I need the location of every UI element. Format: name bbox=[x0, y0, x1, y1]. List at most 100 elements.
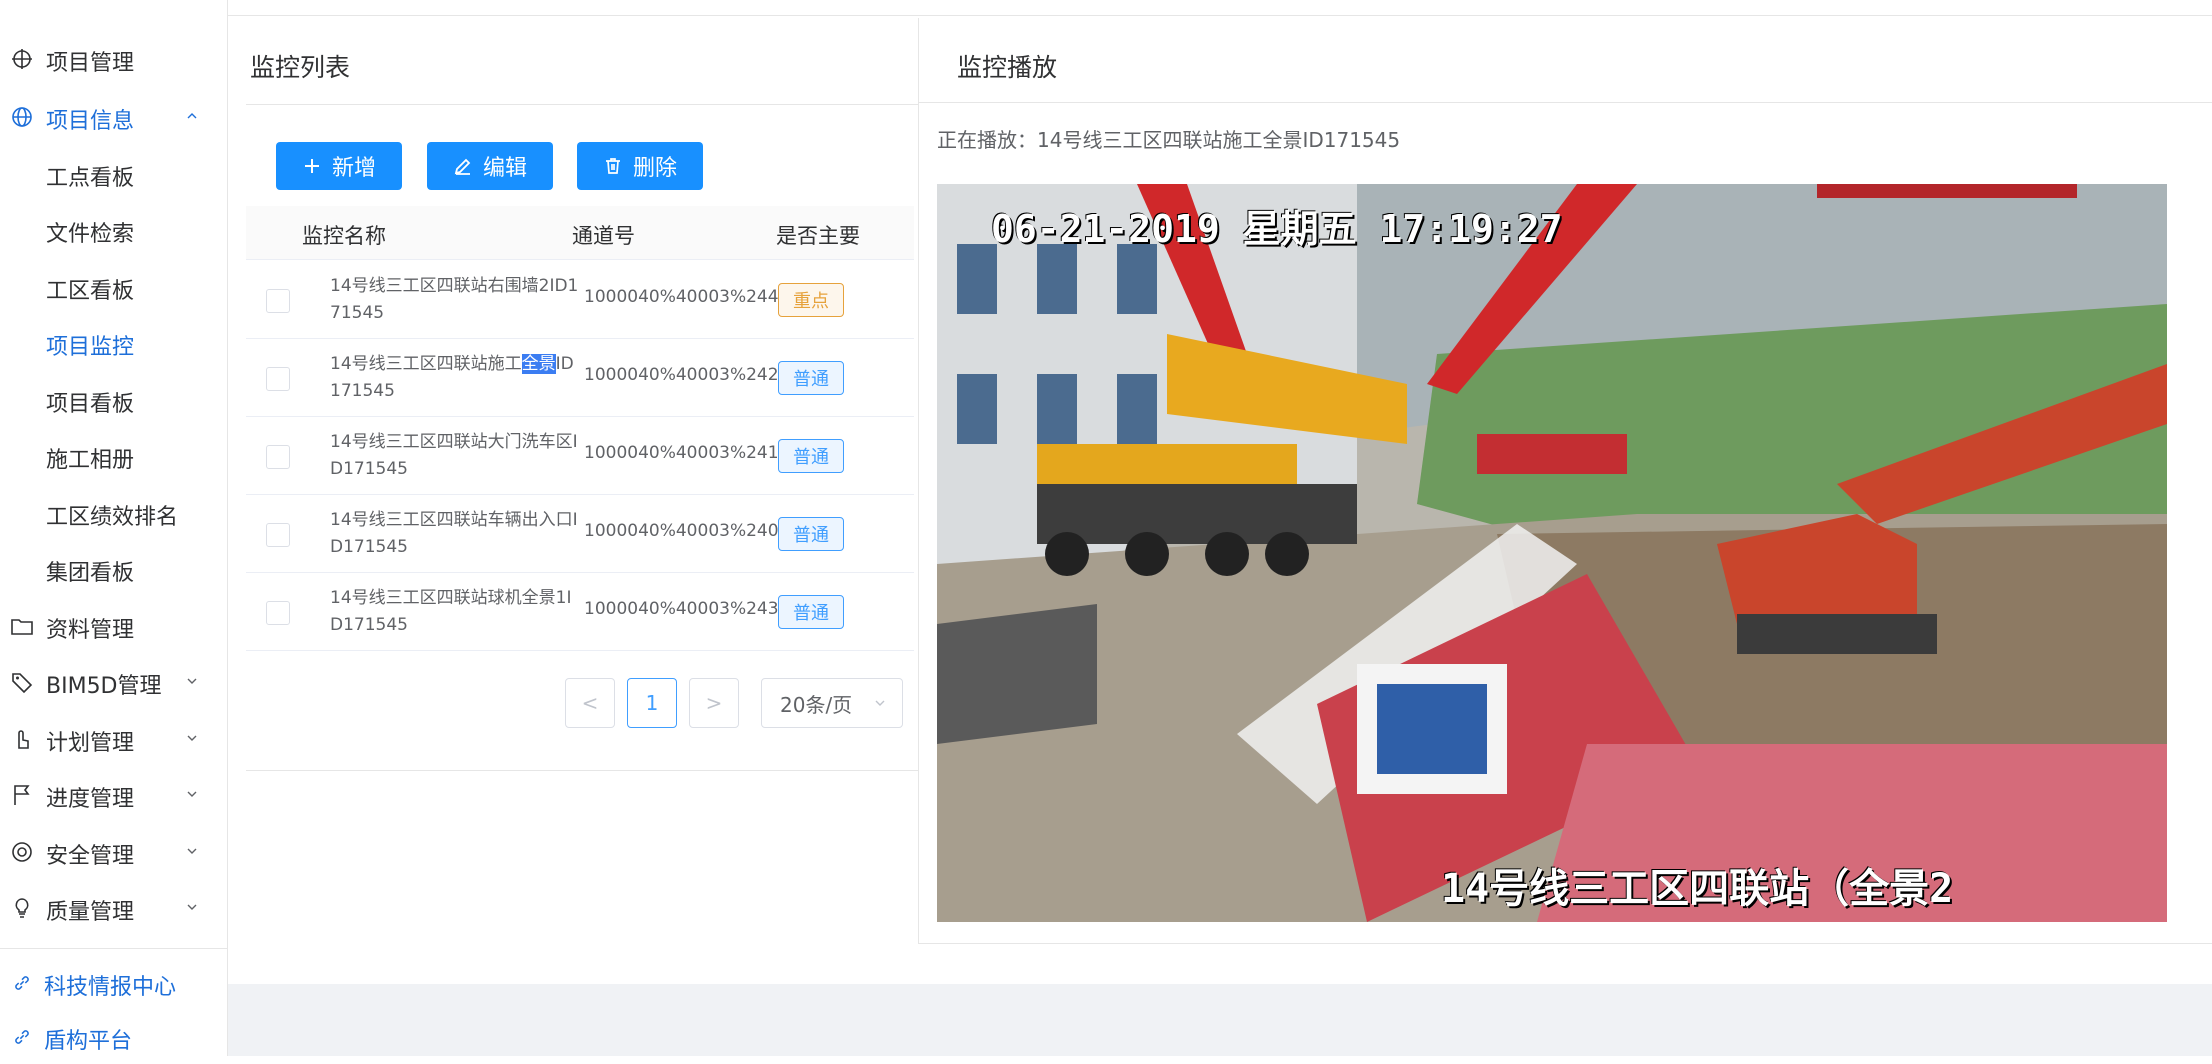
delete-button-label: 删除 bbox=[632, 156, 677, 181]
sidebar-item-construction-album[interactable]: 施工相册 bbox=[0, 427, 228, 483]
link-tech-intel-center[interactable]: 科技情报中心 bbox=[0, 954, 228, 1010]
video-camera-name-overlay: 14号线三工区四联站（全景2 bbox=[1441, 866, 1954, 912]
sidebar-item-label: 集团看板 bbox=[46, 561, 135, 586]
monitor-name: 14号线三工区四联站车辆出入口ID171545 bbox=[330, 510, 578, 557]
delete-button[interactable]: 删除 bbox=[577, 142, 703, 190]
normal-tag: 普通 bbox=[778, 595, 844, 629]
row-checkbox[interactable] bbox=[266, 289, 290, 313]
sidebar-item-safety[interactable]: 安全管理 bbox=[0, 823, 228, 879]
normal-tag: 普通 bbox=[778, 439, 844, 473]
row-checkbox[interactable] bbox=[266, 445, 290, 469]
page-size-value: 20条/页 bbox=[780, 692, 853, 717]
monitor-playback-panel: 监控播放 正在播放：14号线三工区四联站施工全景ID171545 06-21-2… bbox=[918, 18, 2212, 944]
row-checkbox[interactable] bbox=[266, 367, 290, 391]
sidebar-item-label: 项目信息 bbox=[46, 109, 135, 134]
selected-text: 全景 bbox=[521, 354, 556, 374]
sidebar-item-label: 工区绩效排名 bbox=[46, 505, 179, 530]
sidebar-item-label: 进度管理 bbox=[46, 787, 135, 812]
lightbulb-icon bbox=[15, 898, 29, 918]
monitor-name: 14号线三工区四联站施工全景ID171545 bbox=[330, 351, 580, 405]
hand-icon bbox=[18, 730, 29, 749]
monitor-name-part: 14号线三工区四联站施工 bbox=[330, 354, 522, 374]
divider bbox=[919, 102, 2212, 103]
normal-tag: 普通 bbox=[778, 361, 844, 395]
page-1-button[interactable]: 1 bbox=[627, 678, 677, 728]
page-size-select[interactable]: 20条/页 bbox=[761, 678, 903, 728]
lifebuoy-icon bbox=[12, 842, 32, 862]
sidebar-item-label: BIM5D管理 bbox=[46, 674, 162, 699]
panel-title: 监控播放 bbox=[957, 53, 1058, 82]
chevron-down-icon bbox=[187, 848, 197, 854]
top-bar bbox=[228, 0, 2212, 16]
sidebar-item-label: 安全管理 bbox=[46, 844, 135, 869]
sidebar-item-label: 施工相册 bbox=[46, 448, 135, 473]
pencil-icon bbox=[454, 158, 471, 175]
panel-title: 监控列表 bbox=[250, 53, 351, 82]
channel-number: 1000040%40003%240 bbox=[584, 521, 779, 541]
camera-feed-image bbox=[937, 184, 2167, 922]
sidebar-item-label: 项目管理 bbox=[46, 51, 135, 76]
sidebar-item-file-search[interactable]: 文件检索 bbox=[0, 201, 228, 257]
column-header-name: 监控名称 bbox=[302, 224, 386, 248]
chevron-down-icon bbox=[187, 735, 197, 741]
link-icon bbox=[15, 1030, 29, 1044]
table-header: 监控名称 通道号 是否主要 bbox=[246, 206, 914, 260]
chevron-down-icon bbox=[187, 791, 197, 797]
sidebar-item-performance-ranking[interactable]: 工区绩效排名 bbox=[0, 484, 228, 540]
sidebar-item-documents[interactable]: 资料管理 bbox=[0, 597, 228, 653]
sidebar-item-label: 文件检索 bbox=[46, 222, 135, 247]
crosshair-icon bbox=[12, 49, 32, 69]
sidebar-item-label: 质量管理 bbox=[46, 900, 135, 925]
table-row[interactable]: 14号线三工区四联站车辆出入口ID171545 1000040%40003%24… bbox=[246, 495, 914, 573]
plus-icon bbox=[304, 159, 319, 173]
sidebar-item-label: 资料管理 bbox=[46, 618, 135, 643]
monitor-list-panel: 监控列表 新增 编辑 删除 监控名称 通道号 是否主要 14号线三工区四联站右围… bbox=[246, 18, 918, 771]
sidebar-item-label: 项目监控 bbox=[46, 335, 135, 360]
sidebar-item-label: 项目看板 bbox=[46, 392, 135, 417]
sidebar-item-quality[interactable]: 质量管理 bbox=[0, 879, 228, 935]
edit-button[interactable]: 编辑 bbox=[427, 142, 553, 190]
chevron-left-icon: < bbox=[581, 691, 599, 715]
now-playing-text: 正在播放：14号线三工区四联站施工全景ID171545 bbox=[937, 128, 1401, 152]
sidebar-item-site-board[interactable]: 工点看板 bbox=[0, 145, 228, 201]
add-button[interactable]: 新增 bbox=[276, 142, 402, 190]
normal-tag: 普通 bbox=[778, 517, 844, 551]
folder-icon bbox=[11, 619, 33, 635]
row-checkbox[interactable] bbox=[266, 523, 290, 547]
divider bbox=[246, 104, 918, 105]
tag-icon bbox=[12, 673, 33, 694]
column-header-channel: 通道号 bbox=[572, 224, 635, 248]
sidebar-item-project-board[interactable]: 项目看板 bbox=[0, 371, 228, 427]
divider bbox=[246, 770, 918, 771]
link-label: 科技情报中心 bbox=[44, 975, 177, 1000]
footer-bar bbox=[228, 984, 2212, 1056]
prev-page-button[interactable]: < bbox=[565, 678, 615, 728]
primary-tag: 重点 bbox=[778, 283, 844, 317]
table-row[interactable]: 14号线三工区四联站大门洗车区ID171545 1000040%40003%24… bbox=[246, 417, 914, 495]
sidebar-item-project-management[interactable]: 项目管理 bbox=[0, 30, 228, 86]
table-row[interactable]: 14号线三工区四联站施工全景ID171545 1000040%40003%242… bbox=[246, 339, 914, 417]
sidebar-item-project-info[interactable]: 项目信息 bbox=[0, 88, 228, 144]
chevron-up-icon bbox=[187, 113, 197, 119]
video-timestamp-overlay: 06-21-2019 星期五 17:19:27 bbox=[991, 207, 1563, 251]
table-row[interactable]: 14号线三工区四联站球机全景1ID171545 1000040%40003%24… bbox=[246, 573, 914, 651]
sidebar-item-work-area-board[interactable]: 工区看板 bbox=[0, 258, 228, 314]
trash-icon bbox=[605, 158, 620, 174]
link-label: 盾构平台 bbox=[44, 1029, 133, 1054]
monitor-name: 14号线三工区四联站右围墙2ID171545 bbox=[330, 276, 579, 323]
globe-icon bbox=[12, 107, 32, 127]
sidebar-item-project-monitor[interactable]: 项目监控 bbox=[0, 314, 228, 370]
row-checkbox[interactable] bbox=[266, 601, 290, 625]
sidebar-divider bbox=[0, 948, 228, 949]
sidebar-item-plan[interactable]: 计划管理 bbox=[0, 710, 228, 766]
channel-number: 1000040%40003%241 bbox=[584, 443, 779, 463]
link-icon bbox=[15, 976, 29, 990]
sidebar-item-bim5d[interactable]: BIM5D管理 bbox=[0, 653, 228, 709]
next-page-button[interactable]: > bbox=[689, 678, 739, 728]
video-player[interactable]: 06-21-2019 星期五 17:19:27 14号线三工区四联站（全景2 bbox=[937, 184, 2167, 922]
sidebar-item-group-board[interactable]: 集团看板 bbox=[0, 540, 228, 596]
table-row[interactable]: 14号线三工区四联站右围墙2ID171545 1000040%40003%244… bbox=[246, 261, 914, 339]
sidebar: 项目管理 项目信息 工点看板 文件检索 工区看板 项目监控 项目看板 施工相册 … bbox=[0, 0, 228, 1056]
flag-icon bbox=[14, 785, 30, 805]
sidebar-item-progress[interactable]: 进度管理 bbox=[0, 766, 228, 822]
